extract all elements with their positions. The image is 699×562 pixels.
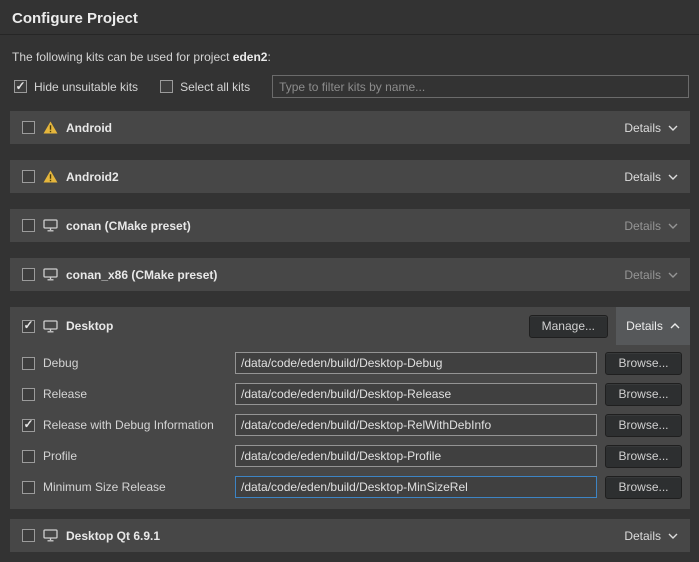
build-config-row-debug: Debug Browse...	[10, 352, 690, 374]
details-label: Details	[624, 529, 661, 543]
kit-panel-desktop: Desktop Manage... Details Debug Browse..…	[10, 307, 690, 509]
kit-row-android: Android Details	[10, 111, 690, 144]
config-label[interactable]: Release	[43, 387, 87, 401]
kit-name: Desktop Qt 6.9.1	[66, 529, 160, 543]
details-button[interactable]: Details	[624, 529, 678, 543]
details-button[interactable]: Details	[624, 219, 678, 233]
browse-button[interactable]: Browse...	[605, 383, 682, 406]
chevron-down-icon	[668, 174, 678, 180]
config-left: Debug	[22, 356, 235, 370]
kit-checkbox[interactable]	[22, 219, 35, 232]
configure-project-page: Configure Project The following kits can…	[0, 0, 699, 552]
subtitle-prefix: The following kits can be used for proje…	[12, 50, 233, 64]
details-label: Details	[624, 121, 661, 135]
select-all-label[interactable]: Select all kits	[180, 80, 250, 94]
kit-name: conan_x86 (CMake preset)	[66, 268, 217, 282]
config-checkbox[interactable]	[22, 481, 35, 494]
build-config-row-profile: Profile Browse...	[10, 445, 690, 467]
chevron-down-icon	[668, 533, 678, 539]
kits-subtitle: The following kits can be used for proje…	[0, 35, 699, 64]
kit-checkbox[interactable]	[22, 529, 35, 542]
config-checkbox[interactable]	[22, 419, 35, 432]
hide-unsuitable-label[interactable]: Hide unsuitable kits	[34, 80, 138, 94]
build-dir-input[interactable]	[235, 445, 597, 467]
kit-list: Android Details Android2 Details	[0, 98, 699, 552]
chevron-up-icon	[670, 323, 680, 329]
kit-row-conan-x86: conan_x86 (CMake preset) Details	[10, 258, 690, 291]
details-button[interactable]: Details	[624, 170, 678, 184]
build-dir-input[interactable]	[235, 414, 597, 436]
config-label[interactable]: Debug	[43, 356, 78, 370]
build-config-row-relwithdebinfo: Release with Debug Information Browse...	[10, 414, 690, 436]
build-config-row-release: Release Browse...	[10, 383, 690, 405]
details-button[interactable]: Details	[624, 121, 678, 135]
kit-name: conan (CMake preset)	[66, 219, 191, 233]
kit-filter-input[interactable]	[272, 75, 689, 98]
kit-row-conan: conan (CMake preset) Details	[10, 209, 690, 242]
warning-icon	[43, 121, 58, 134]
build-dir-input[interactable]	[235, 383, 597, 405]
config-checkbox[interactable]	[22, 357, 35, 370]
manage-kits-button[interactable]: Manage...	[529, 315, 608, 338]
build-dir-input-focused[interactable]	[235, 476, 597, 498]
details-button[interactable]: Details	[624, 268, 678, 282]
details-label: Details	[626, 319, 663, 333]
chevron-down-icon	[668, 223, 678, 229]
kit-row-desktop: Desktop Manage... Details	[10, 307, 690, 345]
chevron-down-icon	[668, 272, 678, 278]
kit-row-desktop-qt: Desktop Qt 6.9.1 Details	[10, 519, 690, 552]
browse-button[interactable]: Browse...	[605, 445, 682, 468]
browse-button[interactable]: Browse...	[605, 476, 682, 499]
subtitle-suffix: :	[267, 50, 270, 64]
hide-unsuitable-checkbox[interactable]	[14, 80, 27, 93]
desktop-icon	[43, 320, 58, 333]
kit-name: Android	[66, 121, 112, 135]
desktop-icon	[43, 219, 58, 232]
select-all-checkbox[interactable]	[160, 80, 173, 93]
details-label: Details	[624, 170, 661, 184]
filter-toolbar: Hide unsuitable kits Select all kits	[0, 64, 699, 98]
config-label[interactable]: Profile	[43, 449, 77, 463]
kit-row-android2: Android2 Details	[10, 160, 690, 193]
page-title: Configure Project	[12, 10, 687, 27]
desktop-icon	[43, 268, 58, 281]
config-left: Release with Debug Information	[22, 418, 235, 432]
config-checkbox[interactable]	[22, 450, 35, 463]
details-button-expanded[interactable]: Details	[616, 307, 690, 345]
kit-checkbox[interactable]	[22, 320, 35, 333]
config-checkbox[interactable]	[22, 388, 35, 401]
config-label[interactable]: Minimum Size Release	[43, 480, 166, 494]
browse-button[interactable]: Browse...	[605, 352, 682, 375]
kit-name: Desktop	[66, 319, 113, 333]
desktop-icon	[43, 529, 58, 542]
build-config-row-minsizerel: Minimum Size Release Browse...	[10, 476, 690, 498]
warning-icon	[43, 170, 58, 183]
kit-checkbox[interactable]	[22, 170, 35, 183]
build-dir-input[interactable]	[235, 352, 597, 374]
titlebar: Configure Project	[0, 0, 699, 34]
kit-checkbox[interactable]	[22, 268, 35, 281]
config-left: Release	[22, 387, 235, 401]
details-label: Details	[624, 219, 661, 233]
kit-checkbox[interactable]	[22, 121, 35, 134]
details-label: Details	[624, 268, 661, 282]
kit-name: Android2	[66, 170, 119, 184]
config-left: Minimum Size Release	[22, 480, 235, 494]
config-label[interactable]: Release with Debug Information	[43, 418, 214, 432]
project-name: eden2	[233, 50, 268, 64]
chevron-down-icon	[668, 125, 678, 131]
browse-button[interactable]: Browse...	[605, 414, 682, 437]
config-left: Profile	[22, 449, 235, 463]
